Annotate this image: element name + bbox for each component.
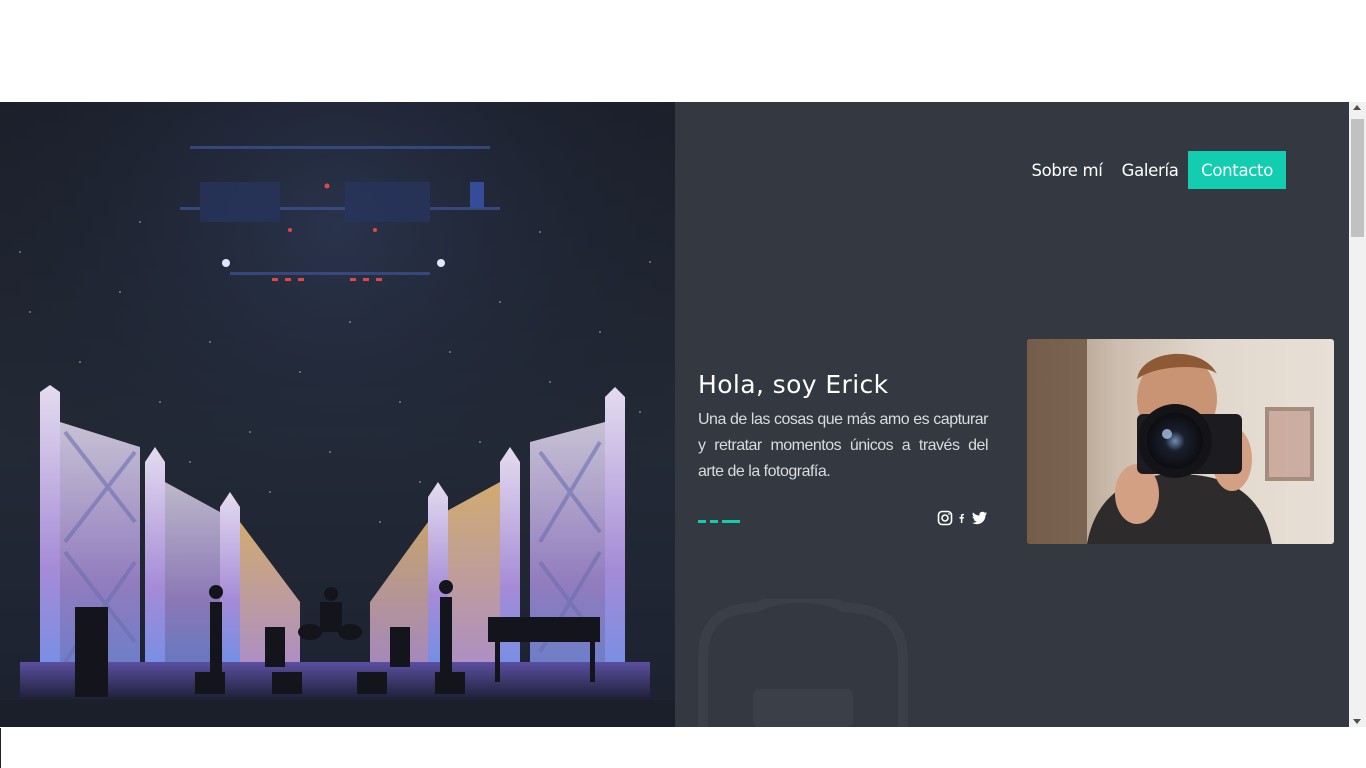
scroll-up-arrow-icon[interactable]	[1353, 105, 1361, 110]
accent-dashes	[698, 520, 740, 523]
browser-bottom-area	[0, 727, 1366, 768]
concert-stage-illustration	[0, 102, 675, 727]
instagram-icon[interactable]	[937, 510, 953, 526]
accent-dash	[710, 520, 718, 523]
nav-item-galeria[interactable]: Galería	[1112, 161, 1188, 180]
facebook-icon[interactable]	[957, 510, 967, 526]
intro-footer	[698, 508, 988, 530]
decorative-camera-icon	[698, 599, 908, 727]
main-navigation: Sobre mí Galería Contacto	[1022, 151, 1286, 189]
accent-dash	[722, 520, 740, 523]
photographer-illustration	[1027, 339, 1334, 544]
scroll-down-arrow-icon[interactable]	[1353, 719, 1361, 724]
intro-description: Una de las cosas que más amo es capturar…	[698, 411, 989, 480]
page-viewport: Sobre mí Galería Contacto Hola, soy Eric…	[0, 102, 1349, 727]
nav-item-sobre-mi[interactable]: Sobre mí	[1022, 161, 1112, 180]
intro-section: Hola, soy Erick Una de las cosas que más…	[698, 369, 989, 530]
concert-stage-image	[0, 102, 675, 727]
scrollbar-thumb[interactable]	[1351, 119, 1364, 237]
hero-content-panel: Sobre mí Galería Contacto Hola, soy Eric…	[675, 102, 1349, 727]
photographer-portrait	[1027, 339, 1334, 544]
vertical-scrollbar[interactable]	[1349, 102, 1366, 727]
contact-button[interactable]: Contacto	[1188, 151, 1286, 189]
social-links	[937, 510, 988, 526]
intro-title: Hola, soy Erick	[698, 370, 889, 399]
text-cursor	[0, 728, 1, 768]
twitter-icon[interactable]	[971, 510, 988, 526]
accent-dash	[698, 520, 706, 523]
browser-top-area	[0, 0, 1366, 102]
